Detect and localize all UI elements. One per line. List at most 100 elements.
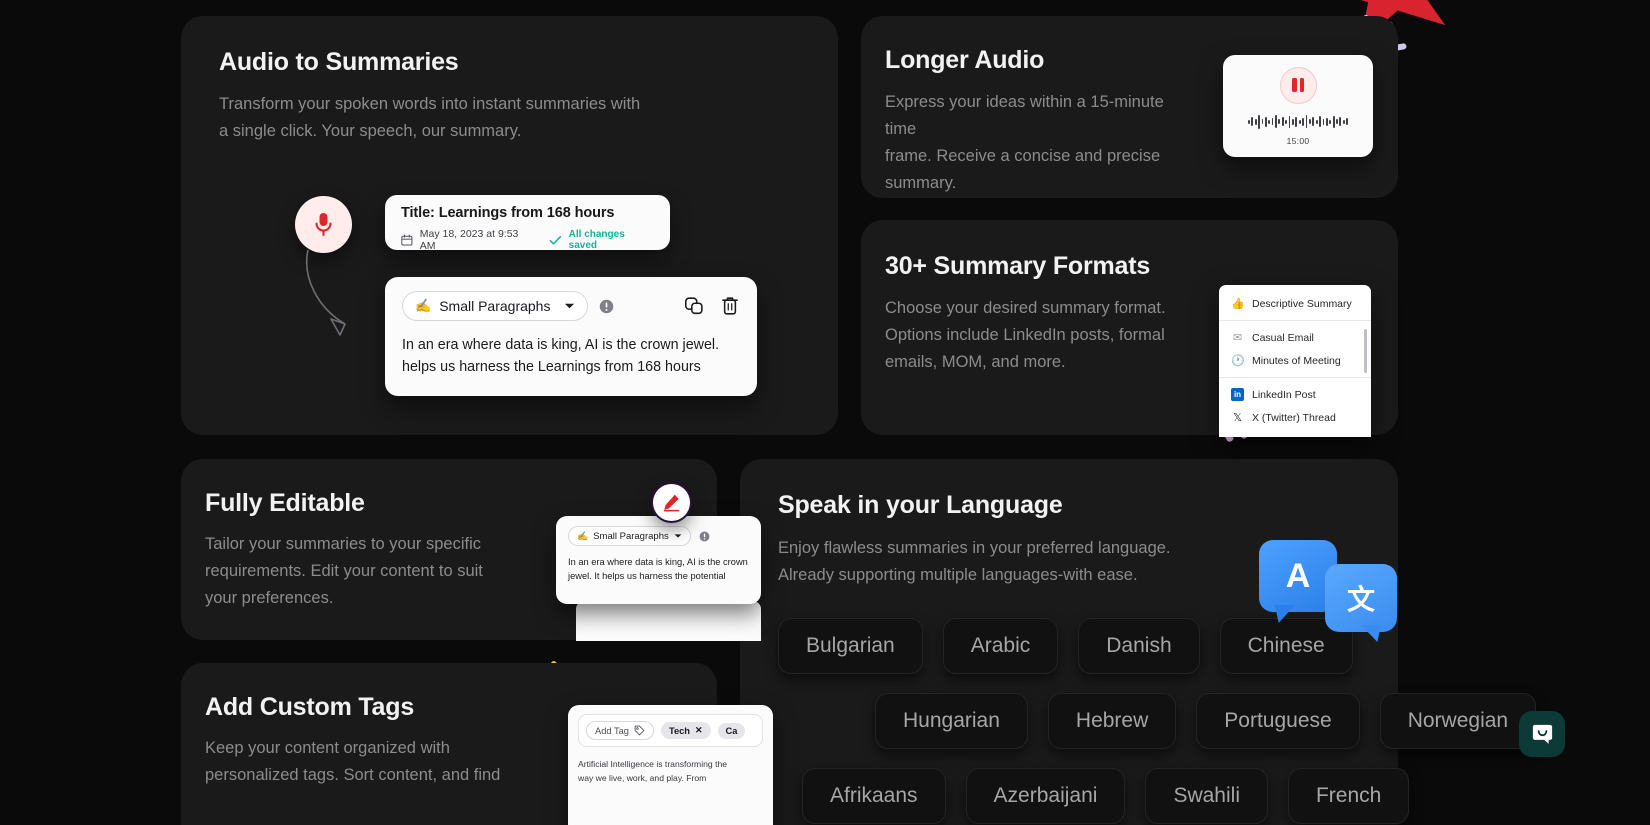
menu-scrollbar[interactable] (1364, 329, 1367, 373)
info-icon[interactable] (599, 299, 614, 314)
language-chip-afrikaans[interactable]: Afrikaans (802, 768, 946, 824)
language-chip-swahili[interactable]: Swahili (1145, 768, 1268, 824)
writing-hand-icon: ✍️ (415, 298, 432, 313)
pause-bar-left (1292, 78, 1297, 92)
menu-item-label: Casual Email (1252, 331, 1314, 344)
note-meta-row: May 18, 2023 at 9:53 AM All changes save… (401, 228, 654, 252)
translate-bubble-latin-glyph: A (1285, 556, 1311, 595)
language-chip-azerbaijani[interactable]: Azerbaijani (965, 768, 1126, 824)
language-body-line-1: Enjoy flawless summaries in your preferr… (778, 539, 1171, 557)
audio-player-card: 15:00 (1223, 55, 1373, 157)
check-icon (549, 235, 562, 245)
page-title-add-custom-tags: Add Custom Tags (205, 693, 415, 721)
tag-icon (634, 725, 645, 736)
menu-divider (1219, 320, 1371, 321)
language-chip-bulgarian[interactable]: Bulgarian (778, 618, 923, 674)
microphone-button[interactable] (295, 196, 352, 253)
menu-item-label: X (Twitter) Thread (1252, 411, 1336, 424)
editable-body-line-2: requirements. Edit your content to suit (205, 561, 483, 580)
menu-item-label: Descriptive Summary (1252, 297, 1352, 310)
pencil-icon (663, 494, 680, 512)
note-title-card[interactable]: Title: Learnings from 168 hours May 18, … (385, 195, 670, 252)
tags-panel-line-2: way we live, work, and play. From (578, 772, 707, 783)
translate-bubble-cjk-glyph: 文 (1346, 584, 1375, 615)
add-tag-button[interactable]: Add Tag (586, 721, 654, 740)
menu-item-minutes-of-meeting[interactable]: 🕐 Minutes of Meeting (1219, 349, 1371, 372)
mini-format-select[interactable]: ✍️ Small Paragraphs (568, 526, 691, 546)
menu-divider (1219, 377, 1371, 378)
microphone-icon (315, 213, 332, 237)
curved-arrow-decoration (306, 249, 346, 336)
summary-body-text: In an era where data is king, AI is the … (402, 334, 740, 378)
tags-editor-panel: Add Tag Tech ✕ Ca Artificial Intelligenc… (568, 705, 773, 825)
edit-panel-stacked-background (576, 601, 761, 641)
trash-icon[interactable] (720, 295, 740, 317)
edit-panel-line-2: jewel. It helps us harness the potential (568, 571, 726, 582)
language-chip-hungarian[interactable]: Hungarian (875, 693, 1028, 749)
page-title-fully-editable: Fully Editable (205, 489, 365, 517)
chat-widget-button[interactable] (1519, 711, 1565, 757)
tag-chip-tech[interactable]: Tech ✕ (660, 722, 711, 739)
language-chip-list: Bulgarian Arabic Danish Chinese Hungaria… (778, 618, 1537, 825)
audio-body-line-1: Transform your spoken words into instant… (219, 95, 641, 113)
language-chip-norwegian[interactable]: Norwegian (1379, 693, 1537, 749)
translate-bubble-cjk: 文 (1325, 564, 1397, 632)
formats-body-line-3: emails, MOM, and more. (885, 352, 1066, 371)
x-twitter-icon: 𝕏 (1233, 412, 1242, 424)
summary-format-menu[interactable]: 👍 Descriptive Summary ✉ Casual Email 🕐 M… (1219, 285, 1371, 437)
language-chip-hebrew[interactable]: Hebrew (1047, 693, 1177, 749)
page-title-summary-formats: 30+ Summary Formats (885, 252, 1151, 280)
format-select[interactable]: ✍️ Small Paragraphs (402, 291, 589, 321)
formats-body-line-2: Options include LinkedIn posts, formal (885, 325, 1165, 344)
menu-item-x-twitter-thread[interactable]: 𝕏 X (Twitter) Thread (1219, 406, 1371, 429)
tags-body-line-2: personalized tags. Sort content, and fin… (205, 765, 501, 784)
language-chip-row: Afrikaans Azerbaijani Swahili French (778, 768, 1478, 824)
language-chip-french[interactable]: French (1287, 768, 1410, 824)
player-time-label: 15:00 (1286, 135, 1310, 146)
info-icon[interactable] (699, 531, 710, 542)
language-chip-portuguese[interactable]: Portuguese (1196, 693, 1360, 749)
language-chip-arabic[interactable]: Arabic (942, 618, 1059, 674)
thumbs-up-icon: 👍 (1231, 298, 1245, 310)
chat-smile-icon (1532, 724, 1552, 744)
menu-item-casual-email[interactable]: ✉ Casual Email (1219, 326, 1371, 349)
longer-body-line-1: Express your ideas within a 15-minute ti… (885, 93, 1164, 138)
format-select-value: Small Paragraphs (439, 298, 551, 314)
writing-hand-icon: ✍️ (577, 530, 589, 541)
copy-icon[interactable] (683, 295, 705, 317)
summary-line-2: helps us harness the Learnings from 168 … (402, 359, 701, 376)
audio-body-line-2: a single click. Your speech, our summary… (219, 121, 522, 140)
language-chip-row: Hungarian Hebrew Portuguese Norwegian (778, 693, 1537, 749)
pause-bar-right (1299, 78, 1304, 92)
page-title-audio-to-summaries: Audio to Summaries (219, 48, 459, 76)
longer-body-line-2: frame. Receive a concise and precise (885, 146, 1161, 165)
tag-chip-partial[interactable]: Ca (717, 722, 746, 739)
menu-item-label: Minutes of Meeting (1252, 354, 1341, 367)
linkedin-icon: in (1231, 388, 1244, 401)
tags-panel-line-1: Artificial Intelligence is transforming … (578, 759, 728, 769)
menu-item-linkedin-post[interactable]: in LinkedIn Post (1219, 383, 1371, 406)
tags-input-row[interactable]: Add Tag Tech ✕ Ca (578, 714, 763, 747)
add-tag-label: Add Tag (595, 725, 629, 736)
tag-chip-label: Tech (668, 725, 690, 736)
note-title-text: Title: Learnings from 168 hours (401, 205, 615, 221)
close-icon[interactable]: ✕ (695, 725, 703, 736)
edit-pencil-button[interactable] (653, 484, 690, 521)
page-title-speak-language: Speak in your Language (778, 491, 1063, 519)
summary-editor-card: ✍️ Small Paragraphs In an era where data… (385, 277, 757, 396)
editable-body-line-3: your preferences. (205, 588, 334, 607)
editable-body-line-1: Tailor your summaries to your specific (205, 535, 482, 553)
mini-format-value: Small Paragraphs (593, 530, 669, 542)
menu-item-descriptive-summary[interactable]: 👍 Descriptive Summary (1219, 292, 1371, 315)
feature-grid-page: Audio to Summaries Transform your spoken… (0, 0, 1650, 825)
edit-panel-line-1: In an era where data is king, AI is the … (568, 557, 748, 567)
calendar-icon (401, 234, 413, 246)
chevron-down-icon (674, 534, 682, 538)
chevron-down-icon (565, 303, 575, 309)
longer-body-line-3: summary. (885, 173, 957, 192)
pause-button[interactable] (1279, 66, 1317, 104)
language-chip-danish[interactable]: Danish (1078, 618, 1200, 674)
note-saved-text: All changes saved (568, 229, 625, 251)
edit-panel-body: In an era where data is king, AI is the … (568, 555, 749, 583)
page-title-longer-audio: Longer Audio (885, 46, 1045, 74)
